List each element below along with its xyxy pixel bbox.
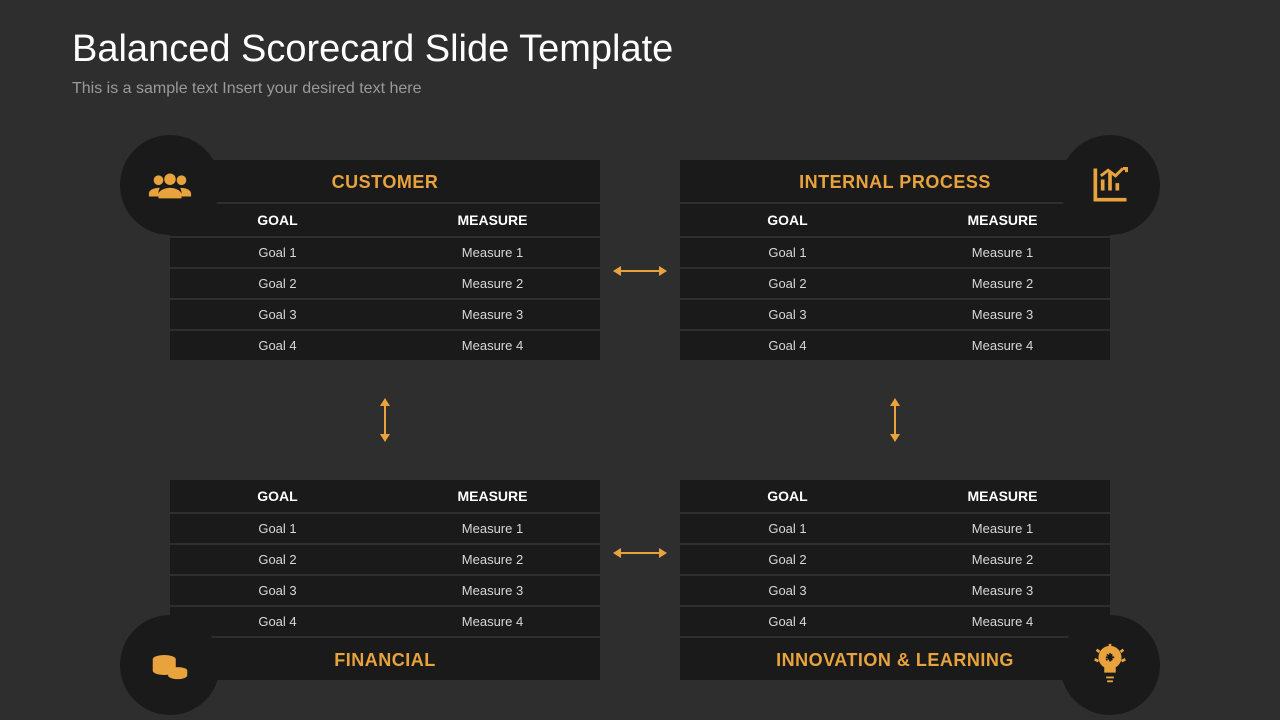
table-row: Goal 1Measure 1 bbox=[170, 237, 600, 268]
table-row: Goal 3Measure 3 bbox=[170, 575, 600, 606]
innovation-table: GOALMEASURE Goal 1Measure 1 Goal 2Measur… bbox=[680, 480, 1110, 636]
table-row: Goal 4Measure 4 bbox=[680, 606, 1110, 636]
quadrant-title: INTERNAL PROCESS bbox=[680, 160, 1110, 204]
lightbulb-gear-icon bbox=[1087, 642, 1133, 688]
col-goal: GOAL bbox=[680, 480, 895, 513]
table-row: Goal 2Measure 2 bbox=[680, 268, 1110, 299]
quadrant-internal-process: INTERNAL PROCESS GOALMEASURE Goal 1Measu… bbox=[680, 160, 1110, 360]
col-measure: MEASURE bbox=[385, 480, 600, 513]
quadrant-title: FINANCIAL bbox=[170, 636, 600, 680]
internal-process-table: GOALMEASURE Goal 1Measure 1 Goal 2Measur… bbox=[680, 204, 1110, 360]
table-row: Goal 3Measure 3 bbox=[680, 575, 1110, 606]
customer-badge bbox=[120, 135, 220, 235]
quadrant-financial: GOALMEASURE Goal 1Measure 1 Goal 2Measur… bbox=[170, 480, 600, 680]
slide-subtitle: This is a sample text Insert your desire… bbox=[72, 80, 421, 98]
table-row: Goal 4Measure 4 bbox=[170, 606, 600, 636]
bar-chart-icon bbox=[1088, 163, 1132, 207]
col-goal: GOAL bbox=[170, 480, 385, 513]
arrow-vertical-icon bbox=[384, 405, 386, 435]
arrow-vertical-icon bbox=[894, 405, 896, 435]
slide-title: Balanced Scorecard Slide Template bbox=[72, 28, 673, 71]
quadrant-title: CUSTOMER bbox=[170, 160, 600, 204]
table-row: Goal 3Measure 3 bbox=[170, 299, 600, 330]
table-row: Goal 1Measure 1 bbox=[680, 513, 1110, 544]
table-row: Goal 2Measure 2 bbox=[170, 544, 600, 575]
financial-badge bbox=[120, 615, 220, 715]
col-goal: GOAL bbox=[680, 204, 895, 237]
table-row: Goal 1Measure 1 bbox=[680, 237, 1110, 268]
scorecard-grid: CUSTOMER GOALMEASURE Goal 1Measure 1 Goa… bbox=[170, 160, 1110, 680]
table-row: Goal 4Measure 4 bbox=[170, 330, 600, 360]
table-row: Goal 3Measure 3 bbox=[680, 299, 1110, 330]
quadrant-customer: CUSTOMER GOALMEASURE Goal 1Measure 1 Goa… bbox=[170, 160, 600, 360]
quadrant-innovation-learning: GOALMEASURE Goal 1Measure 1 Goal 2Measur… bbox=[680, 480, 1110, 680]
coins-icon bbox=[147, 642, 193, 688]
customer-table: GOALMEASURE Goal 1Measure 1 Goal 2Measur… bbox=[170, 204, 600, 360]
people-icon bbox=[147, 162, 193, 208]
col-measure: MEASURE bbox=[385, 204, 600, 237]
financial-table: GOALMEASURE Goal 1Measure 1 Goal 2Measur… bbox=[170, 480, 600, 636]
arrow-horizontal-icon bbox=[620, 270, 660, 272]
table-row: Goal 2Measure 2 bbox=[680, 544, 1110, 575]
innovation-badge bbox=[1060, 615, 1160, 715]
table-row: Goal 2Measure 2 bbox=[170, 268, 600, 299]
arrow-horizontal-icon bbox=[620, 552, 660, 554]
table-row: Goal 4Measure 4 bbox=[680, 330, 1110, 360]
table-row: Goal 1Measure 1 bbox=[170, 513, 600, 544]
quadrant-title: INNOVATION & LEARNING bbox=[680, 636, 1110, 680]
internal-process-badge bbox=[1060, 135, 1160, 235]
col-measure: MEASURE bbox=[895, 480, 1110, 513]
